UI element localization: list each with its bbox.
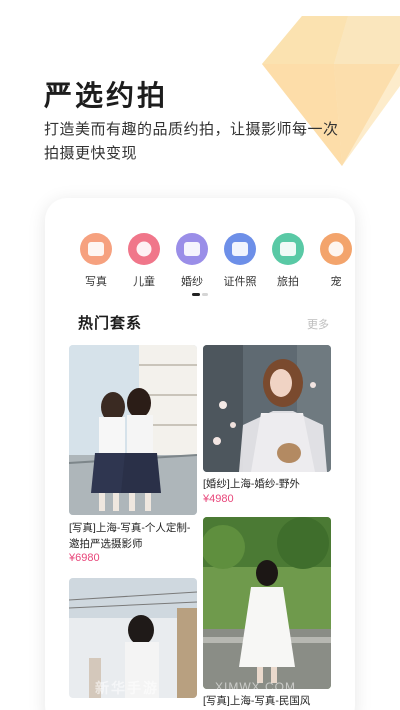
child-icon [128, 233, 160, 265]
category-item-id-photo[interactable]: 证件照 [214, 233, 266, 289]
category-item-pet[interactable]: 宠 [310, 233, 355, 289]
product-photo [69, 345, 197, 515]
category-label: 宠 [330, 276, 342, 288]
indicator-dot [202, 293, 208, 296]
product-photo [203, 517, 331, 689]
category-label: 婚纱 [181, 276, 203, 288]
product-card[interactable]: [写真]上海-写真-个人定制-邀拍严选摄影师 ¥6980 [69, 345, 197, 567]
category-label: 旅拍 [277, 276, 299, 288]
product-name: [写真]上海-写真-个人定制-邀拍严选摄影师 [69, 522, 191, 550]
category-item-travel[interactable]: 旅拍 [262, 233, 314, 289]
category-item-wedding[interactable]: 婚纱 [166, 233, 218, 289]
product-price: ¥4980 [203, 493, 234, 505]
app-preview-card: 写真 儿童 婚纱 证件照 旅拍 宠 热门套系 更多 [写真]上海-写真-个人定制… [45, 198, 355, 710]
product-name: [婚纱]上海-婚纱-野外 [203, 478, 300, 490]
more-link[interactable]: 更多 [307, 316, 329, 332]
wedding-dress-icon [176, 233, 208, 265]
category-item-portrait[interactable]: 写真 [70, 233, 122, 289]
section-title: 热门套系 [78, 315, 143, 332]
product-price: ¥6980 [69, 552, 100, 564]
product-name: [写真]上海-写真-民国风 [203, 695, 311, 707]
category-label: 写真 [85, 276, 107, 288]
id-photo-icon [224, 233, 256, 265]
photo-illustration [203, 345, 331, 472]
indicator-dot-active [192, 293, 200, 296]
page-title: 严选约拍 [44, 80, 169, 111]
pet-icon [320, 233, 352, 265]
category-bar[interactable]: 写真 儿童 婚纱 证件照 旅拍 宠 [70, 233, 355, 293]
product-photo [203, 345, 331, 472]
camera-icon [80, 233, 112, 265]
watermark-url: XIMWX.COM [215, 680, 296, 694]
airplane-icon [272, 233, 304, 265]
carousel-indicator [192, 293, 212, 297]
page-subtitle: 打造美而有趣的品质约拍，让摄影师每一次拍摄更快变现 [44, 121, 339, 162]
photo-illustration [69, 345, 197, 515]
watermark-text: 新华手游 [95, 680, 159, 696]
category-label: 儿童 [133, 276, 155, 288]
photo-illustration [203, 517, 331, 689]
category-label: 证件照 [223, 276, 257, 288]
product-card[interactable]: [婚纱]上海-婚纱-野外 ¥4980 [203, 345, 331, 510]
category-item-children[interactable]: 儿童 [118, 233, 170, 289]
